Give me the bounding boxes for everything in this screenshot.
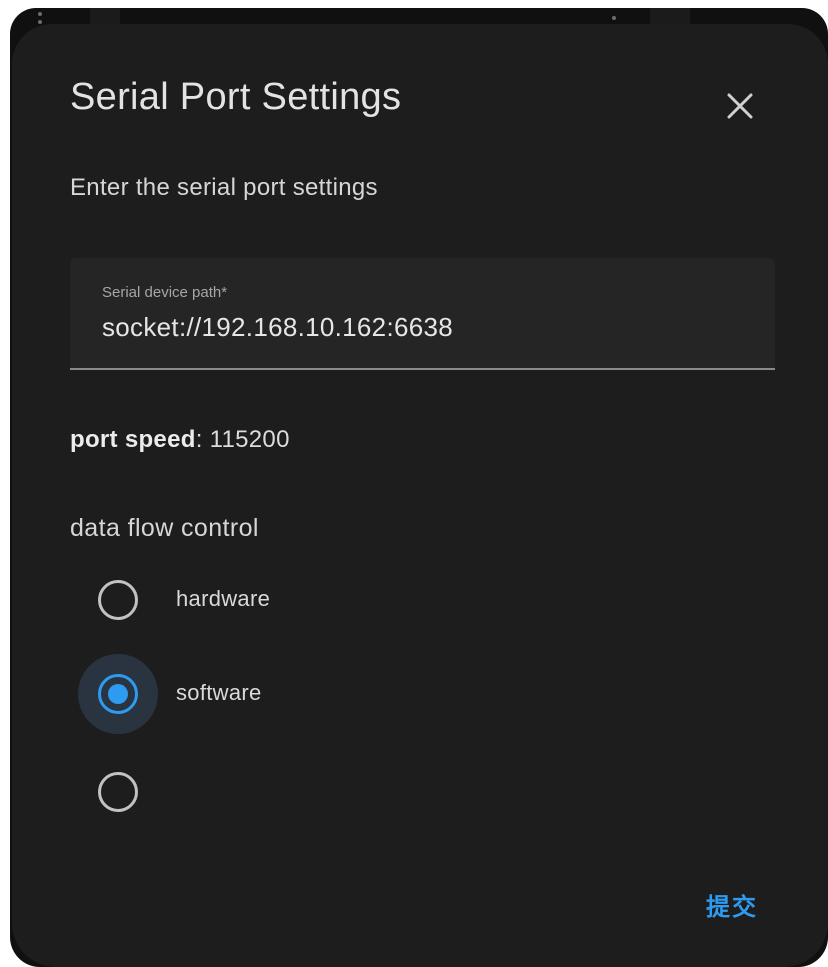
serial-device-path-field[interactable]: Serial device path* socket://192.168.10.… [70,258,775,370]
port-speed-value: 115200 [209,426,290,453]
background-strip [650,8,690,24]
port-speed-text: port speed: 115200 [70,426,290,454]
radio-label-software: software [176,680,262,705]
serial-device-path-label: Serial device path* [102,284,228,301]
flow-control-label: data flow control [70,514,259,542]
port-speed-separator: : [195,426,203,453]
dialog-title: Serial Port Settings [70,76,402,118]
radio-checked-dot [108,684,128,704]
background-strip [90,8,120,24]
radio-checked-icon[interactable] [98,674,138,714]
submit-button[interactable]: 提交 [682,878,782,930]
radio-unchecked-icon[interactable] [98,580,138,620]
close-button[interactable] [718,84,762,128]
radio-option-none[interactable] [78,752,478,832]
radio-unchecked-icon[interactable] [98,772,138,812]
radio-option-software[interactable]: software [78,654,478,734]
background-menu-dot [38,12,42,16]
radio-label-hardware: hardware [176,586,271,611]
radio-option-hardware[interactable]: hardware [78,560,478,640]
dialog-subtitle: Enter the serial port settings [70,174,378,201]
background-menu-dot [38,20,42,24]
close-icon [727,93,753,119]
serial-port-settings-dialog: Serial Port Settings Enter the serial po… [12,24,828,967]
port-speed-label: port speed [70,426,196,453]
background-dot [612,16,616,20]
serial-device-path-value[interactable]: socket://192.168.10.162:6638 [102,312,453,343]
